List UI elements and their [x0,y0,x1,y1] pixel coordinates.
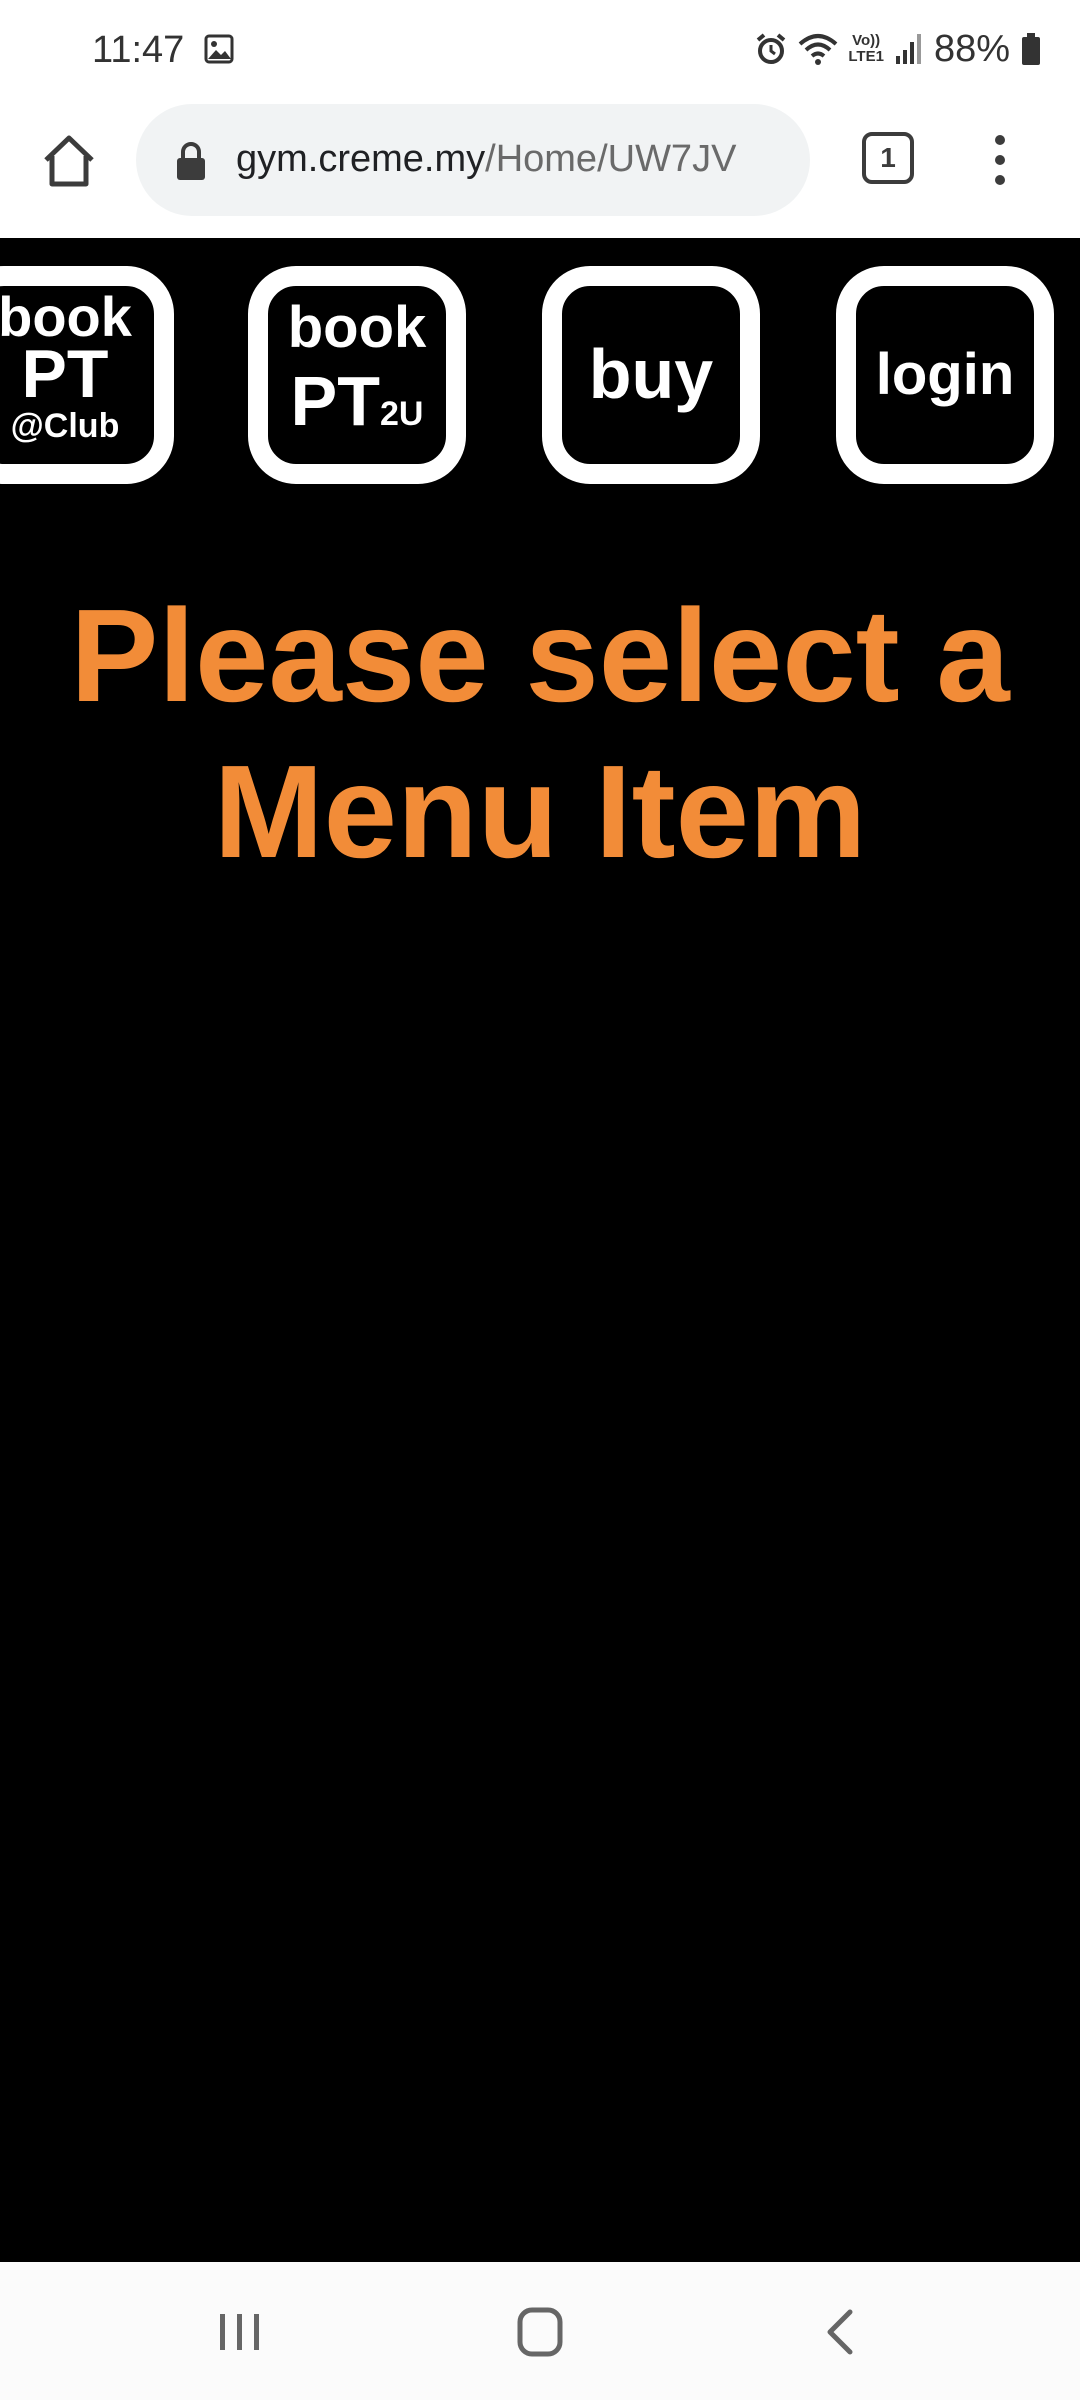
signal-icon [895,34,921,64]
gallery-icon [204,34,234,64]
navigation-bar [0,2262,1080,2400]
more-vert-icon[interactable] [980,130,1020,190]
headline-line2: Menu Item [213,738,867,885]
alarm-icon [757,33,786,64]
url-text[interactable]: gym.creme.my/Home/UW7JV [236,134,736,184]
tile-label-line2: PT [21,336,109,412]
address-bar[interactable]: gym.creme.my/Home/UW7JV [136,104,810,216]
lock-icon[interactable] [174,140,208,182]
buy-button[interactable]: buy [542,266,760,484]
recent-apps-icon[interactable] [210,2304,270,2360]
select-menu-heading: Please select a Menu Item [0,578,1080,890]
tabs-button[interactable]: 1 [862,132,914,184]
volte-icon: Vo)) LTE1 [848,32,884,65]
book-pt-2u-button[interactable]: book PT2U [248,266,466,484]
tile-label-line1: book [287,295,427,360]
home-nav-icon[interactable] [510,2304,570,2360]
tile-label-line3: @Club [10,407,120,445]
home-icon[interactable] [38,130,100,192]
url-path: /Home/UW7JV [485,138,737,180]
status-icons: Vo)) LTE1 88% [754,26,1042,72]
tile-label: login [875,342,1015,407]
battery-percent: 88% [933,27,1010,70]
tile-label-line2: PT [290,362,380,440]
status-bar: 11:47 Vo)) LTE1 88% [0,0,1080,100]
status-time: 11:47 [92,29,185,71]
phone-screen: 11:47 Vo)) LTE1 88% gym.creme.my/Home/UW… [0,0,1080,2400]
headline-line1: Please select a [70,582,1010,729]
login-button[interactable]: login [836,266,1054,484]
book-pt-club-button[interactable]: book PT @Club [0,266,174,484]
battery-icon [1022,33,1040,65]
wifi-icon [799,34,838,65]
url-host: gym.creme.my [236,138,486,180]
tile-label-line2-group: PT2U [268,364,446,451]
browser-toolbar: gym.creme.my/Home/UW7JV 1 [0,100,1080,238]
tile-label-subscript: 2U [379,395,424,433]
back-icon[interactable] [812,2304,872,2360]
tile-label: buy [588,335,714,413]
page-content: book PT @Club book PT2U buy login Please… [0,238,1080,2262]
